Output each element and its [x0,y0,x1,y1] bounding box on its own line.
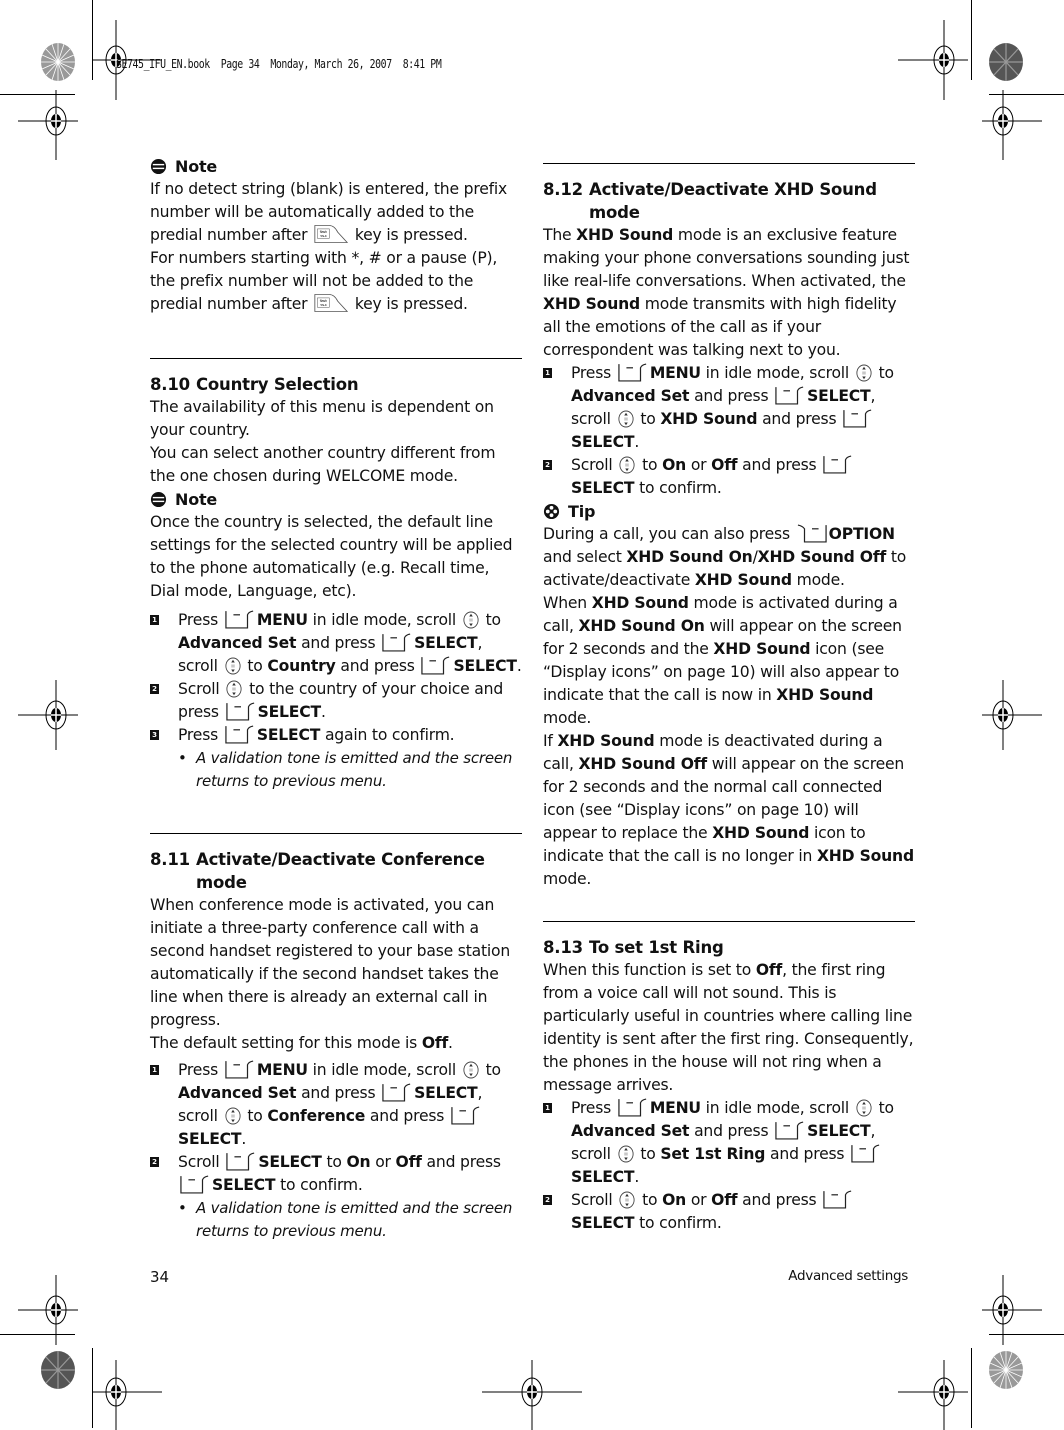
note-heading: Note [150,155,522,178]
left-column: Note If no detect string (blank) is ente… [150,155,522,1243]
note-icon [150,158,167,175]
softkey-right-icon [451,1106,481,1125]
softkey-right-icon [382,1083,412,1102]
step-item: 1 Press MENU in idle mode, scroll to Adv… [543,1097,915,1189]
step-item: 2 Scroll to On or Off and press SELECT t… [543,454,915,500]
scroll-key-icon [619,456,635,474]
softkey-right-icon [225,1060,255,1079]
section-divider [150,833,522,848]
paragraph: When this function is set to Off, the fi… [543,961,914,1094]
scroll-key-icon [226,680,242,698]
section-heading-8-11: 8.11 Activate/Deactivate Conference mode [150,850,485,892]
step-item: 2 Scroll SELECT to On or Off and press S… [150,1151,522,1197]
registration-target-icon [18,90,78,160]
softkey-right-icon [823,1190,853,1209]
flash-talk-key-icon [314,293,348,313]
registration-target-icon [898,20,968,100]
step-number: 1 [150,615,159,625]
scroll-key-icon [856,1099,872,1117]
tip-text: If XHD Sound mode is deactivated during … [543,732,914,888]
bullet-item: • A validation tone is emitted and the sc… [178,1199,513,1240]
softkey-right-icon [775,1121,805,1140]
paragraph: When conference mode is activated, you c… [150,896,511,1029]
tip-text: During a call, you can also press OPTION… [543,524,907,589]
note-text: If no detect string (blank) is entered, … [150,180,508,244]
note-text: For numbers starting with *, # or a paus… [150,249,498,313]
step-item: 2 Scroll to the country of your choice a… [150,678,522,724]
paragraph: The availability of this menu is depende… [150,398,494,439]
starburst-mark-icon [989,1351,1023,1389]
softkey-right-icon [226,702,256,721]
softkey-right-icon [421,656,451,675]
tip-icon [543,503,560,520]
step-number: 1 [543,1103,552,1113]
step-number: 2 [543,460,552,470]
section-heading-8-10: 8.10 Country Selection [150,375,359,394]
footer-section-title: Advanced settings [788,1268,908,1284]
step-item: 1 Press MENU in idle mode, scroll to Adv… [543,362,915,454]
paragraph: The XHD Sound mode is an exclusive featu… [543,226,910,359]
tip-heading: Tip [543,500,915,523]
step-item: 2 Scroll to On or Off and press SELECT t… [543,1189,915,1235]
flash-talk-key-icon [314,224,348,244]
registration-target-icon [982,680,1042,750]
softkey-right-icon [180,1175,210,1194]
scroll-key-icon [618,410,634,428]
starburst-mark-icon [41,1351,75,1389]
scroll-key-icon [856,364,872,382]
registration-target-icon [898,1360,968,1430]
step-number: 3 [150,730,159,740]
softkey-right-icon [225,725,255,744]
note-heading: Note [150,488,522,511]
scroll-key-icon [463,1061,479,1079]
step-item: 1 Press MENU in idle mode, scroll to Adv… [150,609,522,678]
softkey-right-icon [843,409,873,428]
registration-target-icon [18,1275,78,1345]
section-divider [543,921,915,936]
scroll-key-icon [618,1145,634,1163]
softkey-right-icon [775,386,805,405]
scroll-key-icon [225,657,241,675]
crop-line [971,0,972,80]
page-number: 34 [150,1268,170,1286]
softkey-right-icon [618,363,648,382]
step-number: 1 [150,1065,159,1075]
softkey-left-icon [797,524,827,543]
section-heading-8-13: 8.13 To set 1st Ring [543,938,724,957]
starburst-mark-icon [989,43,1023,81]
paragraph: The default setting for this mode is Off… [150,1034,453,1052]
right-column: 8.12 Activate/Deactivate XHD Sound mode T… [543,155,915,1235]
scroll-key-icon [225,1107,241,1125]
step-number: 2 [150,1157,159,1167]
step-item: 1 Press MENU in idle mode, scroll to Adv… [150,1059,522,1151]
section-divider [150,358,522,373]
softkey-right-icon [226,1152,256,1171]
softkey-right-icon [382,633,412,652]
step-item: 3 Press SELECT again to confirm. [150,724,522,747]
softkey-right-icon [225,610,255,629]
registration-target-icon [982,90,1042,160]
registration-target-icon [482,1360,582,1430]
softkey-right-icon [823,455,853,474]
softkey-right-icon [851,1144,881,1163]
note-text: Once the country is selected, the defaul… [150,513,513,600]
starburst-mark-icon [41,43,75,81]
softkey-right-icon [618,1098,648,1117]
crop-line [971,1348,972,1428]
step-number: 1 [543,368,552,378]
print-stamp: SE745_IFU_EN.book Page 34 Monday, March … [116,57,442,71]
step-number: 2 [543,1195,552,1205]
bullet-item: • A validation tone is emitted and the sc… [178,749,513,790]
step-number: 2 [150,684,159,694]
scroll-key-icon [619,1191,635,1209]
note-icon [150,491,167,508]
paragraph: You can select another country different… [150,444,496,485]
section-divider [543,163,915,178]
registration-target-icon [982,1275,1042,1345]
registration-target-icon [92,1360,162,1430]
scroll-key-icon [463,611,479,629]
section-heading-8-12: 8.12 Activate/Deactivate XHD Sound mode [543,180,877,222]
tip-text: When XHD Sound mode is activated during … [543,594,902,727]
registration-target-icon [18,680,78,750]
